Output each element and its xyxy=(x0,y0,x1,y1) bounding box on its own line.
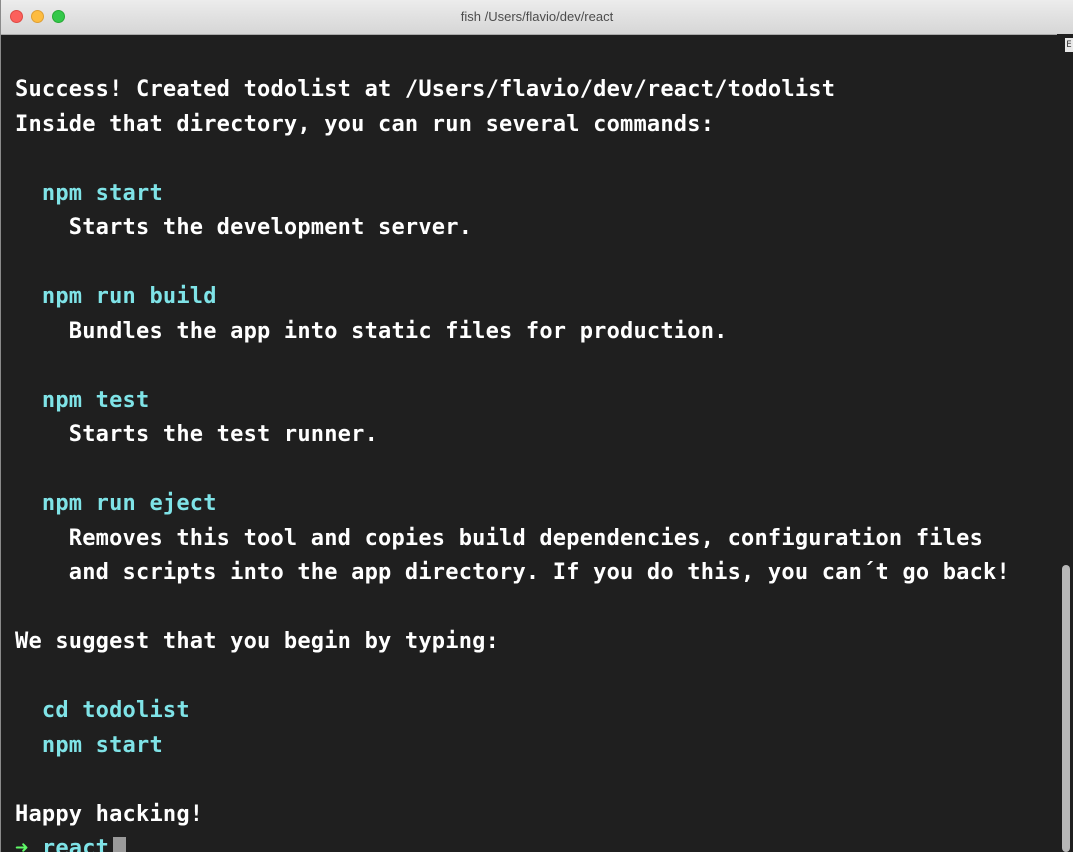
output-line: We suggest that you begin by typing: xyxy=(15,629,500,654)
prompt-directory: react xyxy=(28,836,110,852)
command-line: npm start xyxy=(15,732,163,758)
output-line: Happy hacking! xyxy=(15,801,204,827)
scrollbar-thumb[interactable] xyxy=(1062,565,1070,852)
terminal-output[interactable]: Success! Created todolist at /Users/flav… xyxy=(15,73,1057,852)
window-title: fish /Users/flavio/dev/react xyxy=(460,9,614,24)
output-line: Starts the test runner. xyxy=(15,422,379,447)
output-line: Bundles the app into static files for pr… xyxy=(15,318,728,344)
command-line: npm test xyxy=(15,387,150,413)
prompt-arrow-icon: ➜ xyxy=(15,836,29,852)
output-line: Starts the development server. xyxy=(15,215,473,240)
command-line: npm start xyxy=(15,180,163,206)
terminal-window: fish /Users/flavio/dev/react E Success! … xyxy=(0,0,1073,852)
scroll-edge-marker: E xyxy=(1065,38,1073,52)
output-line: Inside that directory, you can run sever… xyxy=(15,111,715,137)
output-line: Success! Created todolist at /Users/flav… xyxy=(15,77,836,102)
output-line: and scripts into the app directory. If y… xyxy=(15,560,1010,585)
output-line: Removes this tool and copies build depen… xyxy=(15,525,984,551)
command-line: npm run build xyxy=(15,284,217,309)
command-line: cd todolist xyxy=(15,698,190,723)
title-bar[interactable]: fish /Users/flavio/dev/react xyxy=(1,0,1073,35)
cursor xyxy=(113,837,127,852)
prompt-line[interactable]: ➜ react xyxy=(15,832,1057,852)
command-line: npm run eject xyxy=(15,491,217,516)
